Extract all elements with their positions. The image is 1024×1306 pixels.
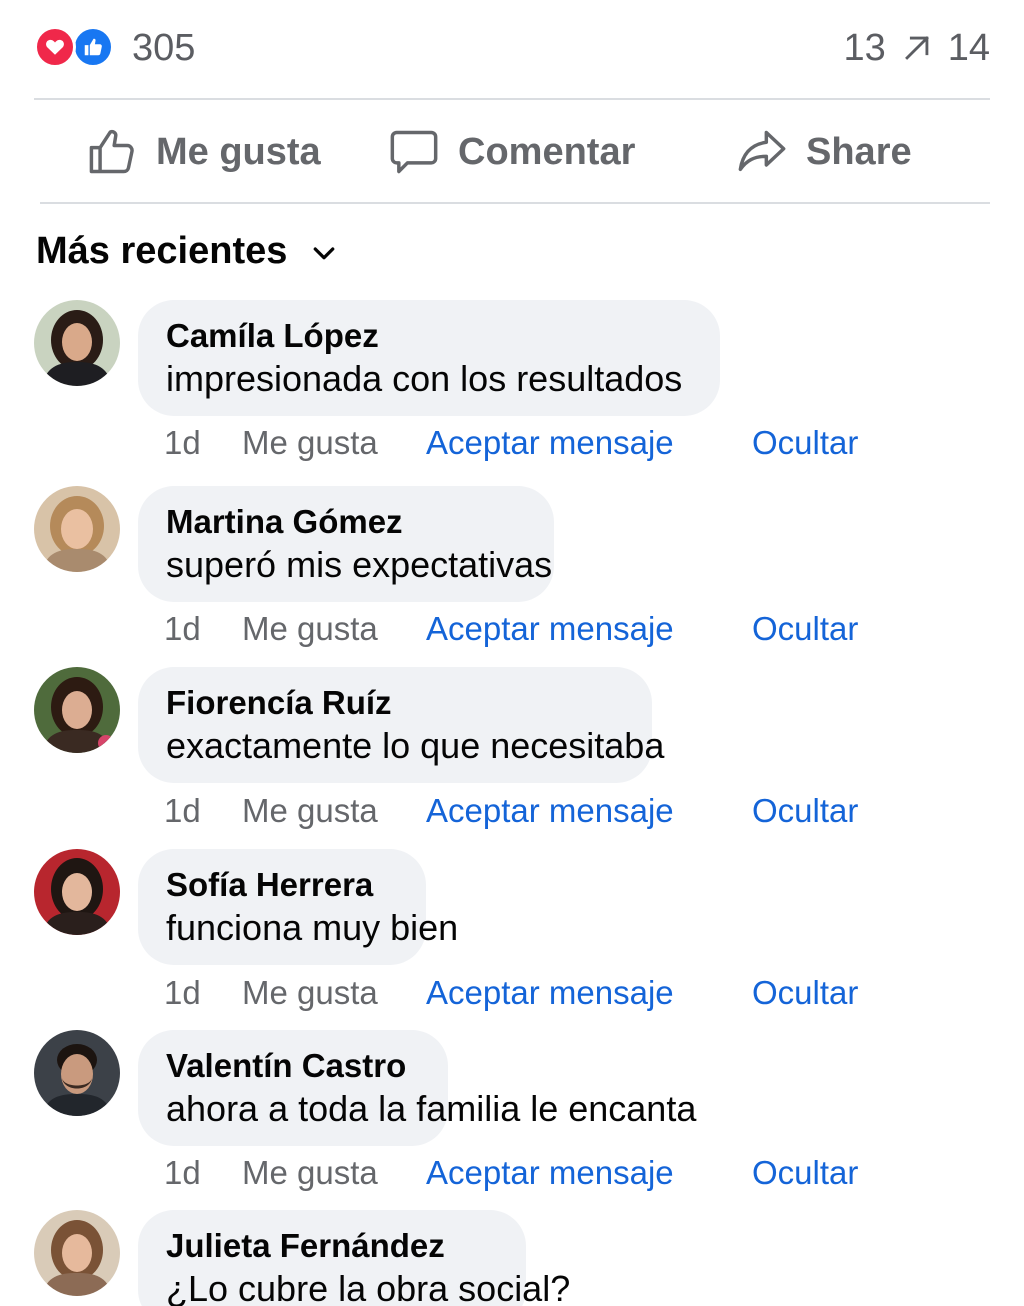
- comment-text: ahora a toda la familia le encanta: [166, 1088, 697, 1129]
- reaction-icons: [34, 26, 118, 68]
- avatar[interactable]: [34, 300, 120, 386]
- chevron-down-icon: [314, 247, 335, 260]
- comment-author[interactable]: Valentín Castro: [166, 1046, 420, 1086]
- accept-message-button[interactable]: Aceptar mensaje: [426, 973, 674, 1013]
- post-action-bar: Me gusta Comentar Share: [34, 100, 990, 202]
- comment-author[interactable]: Martina Gómez: [166, 502, 526, 542]
- comment-text: impresionada con los resultados: [166, 358, 683, 399]
- comment-item: Fiorencía Ruíz exactamente lo que necesi…: [34, 667, 990, 837]
- reaction-count[interactable]: 305: [132, 26, 195, 70]
- comment-button-label: Comentar: [458, 130, 636, 173]
- comment-item: Camíla López impresionada con los result…: [34, 300, 990, 470]
- avatar[interactable]: [34, 486, 120, 572]
- comments-count[interactable]: 13: [843, 27, 885, 70]
- thumbs-up-icon: [89, 129, 134, 174]
- avatar[interactable]: [34, 1210, 120, 1296]
- comment-text: superó mis expectativas: [166, 544, 553, 585]
- comment-item: Sofía Herrera funciona muy bien 1d Me gu…: [34, 849, 990, 1019]
- like-button[interactable]: Me gusta: [86, 124, 321, 180]
- like-comment-button[interactable]: Me gusta: [242, 973, 378, 1013]
- comment-author[interactable]: Fiorencía Ruíz: [166, 683, 624, 723]
- accept-message-button[interactable]: Aceptar mensaje: [426, 423, 674, 463]
- comment-author[interactable]: Camíla López: [166, 316, 692, 356]
- comment-text: exactamente lo que necesitaba: [166, 725, 665, 766]
- like-comment-button[interactable]: Me gusta: [242, 1153, 378, 1193]
- hide-comment-button[interactable]: Ocultar: [752, 973, 858, 1013]
- like-comment-button[interactable]: Me gusta: [242, 791, 378, 831]
- comment-text: funciona muy bien: [166, 907, 459, 948]
- comment-item: Martina Gómez superó mis expectativas 1d…: [34, 486, 990, 656]
- comment-time[interactable]: 1d: [164, 973, 201, 1013]
- reactions-summary[interactable]: 305 13 14: [34, 22, 990, 74]
- thumbs-up-icon: [72, 26, 114, 68]
- heart-icon: [34, 26, 76, 68]
- share-arrow-icon: [738, 130, 786, 172]
- share-button-label: Share: [806, 130, 912, 173]
- post-stats: 13 14: [843, 26, 990, 70]
- arrow-up-right-icon: [904, 36, 929, 60]
- like-button-label: Me gusta: [156, 130, 321, 173]
- comment-author[interactable]: Julieta Fernández: [166, 1226, 498, 1266]
- comment-bubble: Valentín Castro ahora a toda la familia …: [138, 1030, 697, 1146]
- comment-item: Julieta Fernández ¿Lo cubre la obra soci…: [34, 1210, 990, 1306]
- accept-message-button[interactable]: Aceptar mensaje: [426, 1153, 674, 1193]
- comment-time[interactable]: 1d: [164, 791, 201, 831]
- hide-comment-button[interactable]: Ocultar: [752, 791, 858, 831]
- comment-button[interactable]: Comentar: [388, 124, 635, 180]
- comment-bubble: Martina Gómez superó mis expectativas: [138, 486, 554, 602]
- comment-bubble: Fiorencía Ruíz exactamente lo que necesi…: [138, 667, 665, 783]
- comment-author[interactable]: Sofía Herrera: [166, 865, 398, 905]
- avatar[interactable]: [34, 667, 120, 753]
- comment-bubble: Julieta Fernández ¿Lo cubre la obra soci…: [138, 1210, 571, 1306]
- comment-bubble: Sofía Herrera funciona muy bien: [138, 849, 459, 965]
- comment-time[interactable]: 1d: [164, 1153, 201, 1193]
- hide-comment-button[interactable]: Ocultar: [752, 609, 858, 649]
- like-comment-button[interactable]: Me gusta: [242, 609, 378, 649]
- avatar[interactable]: [34, 1030, 120, 1116]
- shares-count[interactable]: 14: [948, 27, 990, 70]
- comment-text: ¿Lo cubre la obra social?: [166, 1268, 571, 1306]
- accept-message-button[interactable]: Aceptar mensaje: [426, 609, 674, 649]
- speech-bubble-icon: [390, 130, 438, 174]
- comment-time[interactable]: 1d: [164, 609, 201, 649]
- share-button[interactable]: Share: [736, 124, 912, 180]
- sort-label: Más recientes: [36, 229, 288, 272]
- accept-message-button[interactable]: Aceptar mensaje: [426, 791, 674, 831]
- comment-bubble: Camíla López impresionada con los result…: [138, 300, 720, 416]
- hide-comment-button[interactable]: Ocultar: [752, 1153, 858, 1193]
- divider: [40, 202, 990, 204]
- avatar[interactable]: [34, 849, 120, 935]
- comment-sort-dropdown[interactable]: Más recientes: [36, 226, 339, 276]
- comment-time[interactable]: 1d: [164, 423, 201, 463]
- like-comment-button[interactable]: Me gusta: [242, 423, 378, 463]
- comment-item: Valentín Castro ahora a toda la familia …: [34, 1030, 990, 1200]
- hide-comment-button[interactable]: Ocultar: [752, 423, 858, 463]
